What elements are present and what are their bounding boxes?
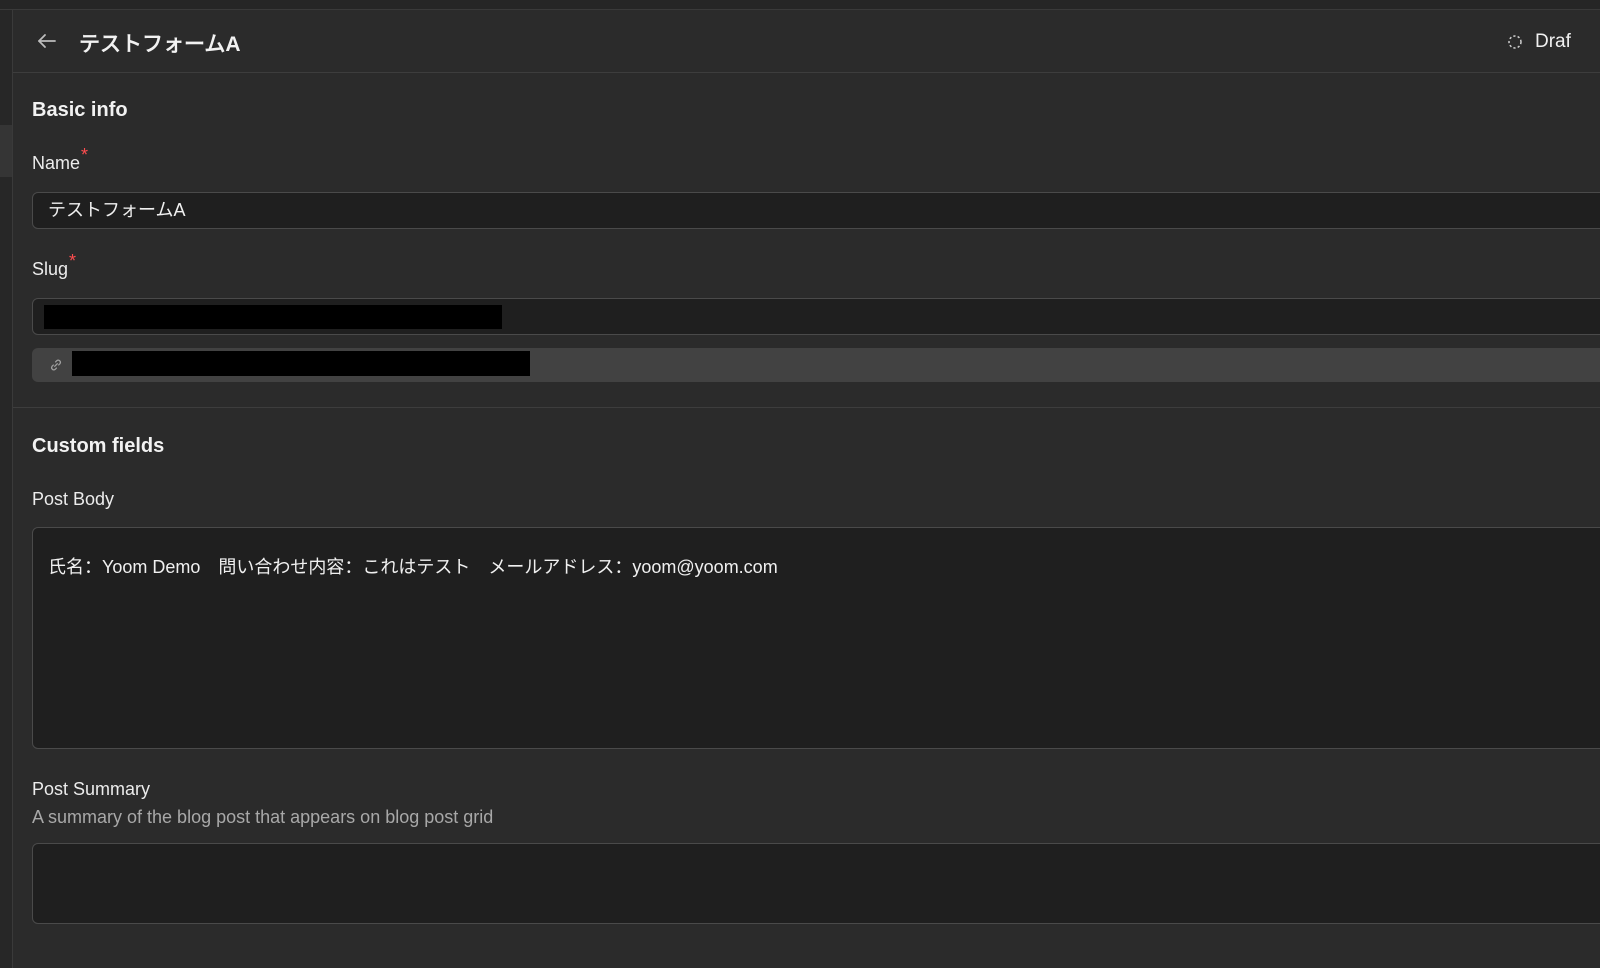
redacted-url [72,351,530,376]
dashed-circle-icon [1508,35,1522,49]
name-label-text: Name [32,153,81,173]
name-label: Name* [32,145,88,174]
basic-info-heading: Basic info [32,99,128,121]
status-text: Draf [1535,31,1571,52]
slug-url-preview[interactable] [32,348,1600,382]
section-divider [13,407,1600,408]
page-title: テストフォームA [79,33,241,56]
post-summary-hint: A summary of the blog post that appears … [32,807,494,827]
post-summary-label: Post Summary [32,779,151,799]
custom-fields-heading: Custom fields [32,435,165,457]
status-badge[interactable]: Draf [1507,30,1571,54]
required-mark: * [69,251,77,271]
redacted-slug [44,305,502,329]
post-body-textarea[interactable]: 氏名：Yoom Demo 問い合わせ内容：これはテスト メールアドレス：yoom… [32,527,1600,749]
slug-label-text: Slug [32,259,69,279]
arrow-left-icon [38,34,56,48]
post-body-label: Post Body [32,489,115,509]
link-icon [51,359,61,371]
left-rail-highlight [0,125,12,177]
post-summary-textarea[interactable] [32,843,1600,924]
page-header: テストフォームA Draf [13,10,1600,73]
required-mark: * [81,145,89,165]
slug-label: Slug* [32,251,76,280]
left-rail [0,10,13,968]
name-input[interactable]: テストフォームA [32,192,1600,229]
window-top-strip [0,0,1600,10]
back-button[interactable] [35,29,59,53]
slug-input[interactable] [32,298,1600,335]
